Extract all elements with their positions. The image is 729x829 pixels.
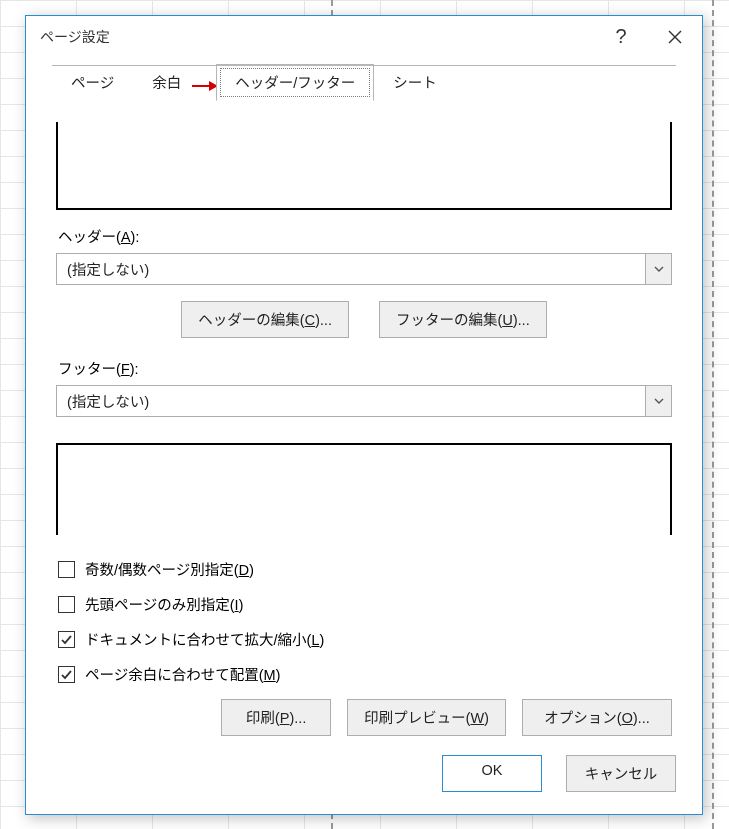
footer-label: フッター(F): bbox=[58, 358, 672, 379]
dialog-titlebar: ページ設定 ? bbox=[26, 16, 702, 58]
close-icon bbox=[668, 30, 682, 44]
footer-select-dropdown[interactable] bbox=[645, 386, 671, 416]
footer-select[interactable]: (指定しない) bbox=[56, 385, 672, 417]
print-button[interactable]: 印刷(P)... bbox=[221, 699, 331, 736]
oddeven-checkbox[interactable] bbox=[58, 561, 75, 578]
align-checkbox-row[interactable]: ページ余白に合わせて配置(M) bbox=[58, 664, 672, 685]
firstpage-checkbox-row[interactable]: 先頭ページのみ別指定(I) bbox=[58, 594, 672, 615]
scale-label: ドキュメントに合わせて拡大/縮小(L) bbox=[85, 629, 324, 650]
scale-checkbox[interactable] bbox=[58, 631, 75, 648]
page-setup-dialog: ページ設定 ? ページ 余白 ヘッダー/フッター シート bbox=[25, 15, 703, 815]
firstpage-checkbox[interactable] bbox=[58, 596, 75, 613]
tab-row: ページ 余白 ヘッダー/フッター シート bbox=[52, 66, 676, 100]
help-button[interactable]: ? bbox=[594, 16, 648, 58]
page-break-line bbox=[712, 0, 714, 829]
header-select[interactable]: (指定しない) bbox=[56, 253, 672, 285]
check-icon bbox=[60, 668, 73, 681]
header-select-value: (指定しない) bbox=[57, 254, 645, 284]
oddeven-checkbox-row[interactable]: 奇数/偶数ページ別指定(D) bbox=[58, 559, 672, 580]
scale-checkbox-row[interactable]: ドキュメントに合わせて拡大/縮小(L) bbox=[58, 629, 672, 650]
header-preview bbox=[56, 122, 672, 210]
align-label: ページ余白に合わせて配置(M) bbox=[85, 664, 280, 685]
cancel-button[interactable]: キャンセル bbox=[566, 755, 676, 792]
align-checkbox[interactable] bbox=[58, 666, 75, 683]
footer-select-value: (指定しない) bbox=[57, 386, 645, 416]
edit-header-button[interactable]: ヘッダーの編集(C)... bbox=[181, 301, 349, 338]
tab-sheet[interactable]: シート bbox=[374, 64, 456, 101]
print-preview-button[interactable]: 印刷プレビュー(W) bbox=[347, 699, 506, 736]
tab-header-footer[interactable]: ヘッダー/フッター bbox=[216, 64, 374, 101]
header-label: ヘッダー(A): bbox=[58, 226, 672, 247]
tab-margin[interactable]: 余白 bbox=[133, 64, 200, 101]
oddeven-label: 奇数/偶数ページ別指定(D) bbox=[85, 559, 254, 580]
header-select-dropdown[interactable] bbox=[645, 254, 671, 284]
options-button[interactable]: オプション(O)... bbox=[522, 699, 672, 736]
ok-button[interactable]: OK bbox=[442, 755, 542, 792]
tab-page[interactable]: ページ bbox=[52, 64, 133, 101]
footer-preview bbox=[56, 443, 672, 535]
close-button[interactable] bbox=[648, 16, 702, 58]
dialog-title: ページ設定 bbox=[40, 27, 110, 47]
chevron-down-icon bbox=[654, 266, 664, 272]
edit-footer-button[interactable]: フッターの編集(U)... bbox=[379, 301, 547, 338]
annotation-arrow-icon bbox=[192, 80, 218, 90]
check-icon bbox=[60, 633, 73, 646]
chevron-down-icon bbox=[654, 398, 664, 404]
firstpage-label: 先頭ページのみ別指定(I) bbox=[85, 594, 243, 615]
